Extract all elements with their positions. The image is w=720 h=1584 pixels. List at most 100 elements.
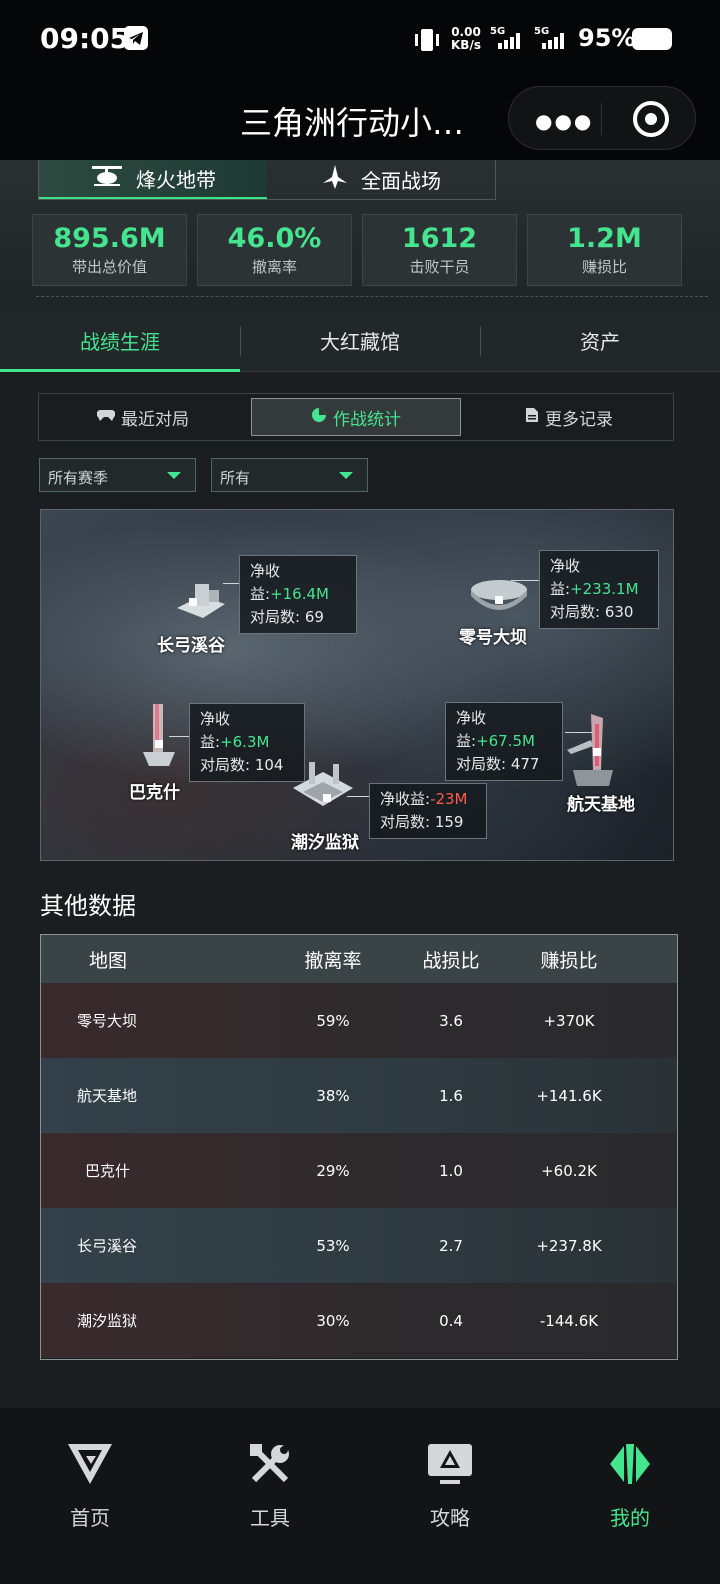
guide-icon xyxy=(428,1444,472,1484)
nav-guide[interactable]: 攻略 xyxy=(360,1408,540,1584)
map-stat-card[interactable]: 净收 益:+233.1M 对局数: 630 xyxy=(539,550,659,629)
stat-value: 46.0% xyxy=(227,223,322,254)
map-location-label: 零号大坝 xyxy=(459,628,527,648)
cell-extract-rate: 38% xyxy=(316,1086,350,1105)
games-line: 对局数: 104 xyxy=(200,754,294,777)
map-pin xyxy=(155,740,163,748)
table-row: 航天基地 38% 1.6 +141.6K xyxy=(41,1058,677,1133)
map-stat-card[interactable]: 净收益:-23M 对局数: 159 xyxy=(369,783,487,839)
games-label: 对局数: xyxy=(380,813,435,831)
stat-total-value: 895.6M 带出总价值 xyxy=(32,214,187,286)
stat-label: 带出总价值 xyxy=(71,258,147,276)
more-icon[interactable]: ●●● xyxy=(535,109,593,133)
cell-map: 长弓溪谷 xyxy=(77,1237,138,1255)
cell-map: 巴克什 xyxy=(85,1162,131,1180)
tab-red-collection[interactable]: 大红藏馆 xyxy=(240,310,480,371)
table-row: 长弓溪谷 53% 2.7 +237.8K xyxy=(41,1208,677,1283)
cell-kd: 0.4 xyxy=(439,1311,463,1330)
tools-icon xyxy=(250,1444,289,1483)
table-row: 潮汐监狱 30% 0.4 -144.6K xyxy=(41,1283,677,1358)
section-title-other-data: 其他数据 xyxy=(40,892,136,920)
nav-profile[interactable]: 我的 xyxy=(540,1408,720,1584)
cell-kd: 1.6 xyxy=(439,1086,463,1105)
mode-tab-warfire[interactable]: 烽火地带 xyxy=(39,160,267,199)
cell-map: 潮汐监狱 xyxy=(77,1312,138,1330)
income-line: 净收益:+6.3M xyxy=(200,708,294,754)
main-tabs: 战绩生涯 大红藏馆 资产 xyxy=(0,310,720,372)
tab-career[interactable]: 战绩生涯 xyxy=(0,310,240,372)
cell-profit-ratio: +370K xyxy=(543,1011,595,1030)
cell-map: 零号大坝 xyxy=(77,1012,138,1030)
games-line: 对局数: 159 xyxy=(380,811,476,834)
cell-kd: 3.6 xyxy=(439,1011,463,1030)
income-value: +233.1M xyxy=(570,580,639,598)
column-header-map: 地图 xyxy=(89,949,128,972)
close-miniapp-icon[interactable] xyxy=(633,101,669,137)
mode-label: 烽火地带 xyxy=(136,168,216,192)
battery-percent: 95% xyxy=(578,24,636,52)
map-pin-line xyxy=(565,732,593,733)
map-stat-card[interactable]: 净收益:+16.4M 对局数: 69 xyxy=(239,555,357,634)
games-label: 对局数: xyxy=(250,608,305,626)
stat-kills: 1612 击败干员 xyxy=(362,214,517,286)
longbow-valley-building-icon xyxy=(173,578,229,626)
season-filter-select[interactable]: 所有赛季 xyxy=(39,458,196,492)
bottom-nav: 首页 工具 攻略 我的 xyxy=(0,1408,720,1584)
income-value: -23M xyxy=(430,790,468,808)
map-location-label: 巴克什 xyxy=(129,783,180,803)
cell-profit-ratio: +141.6K xyxy=(536,1086,602,1105)
nav-label: 首页 xyxy=(70,1506,110,1530)
map-pin xyxy=(593,748,601,756)
chevron-down-icon xyxy=(339,472,353,479)
map-pin-line xyxy=(169,736,189,737)
document-icon xyxy=(525,407,539,428)
stat-label: 赚损比 xyxy=(581,258,627,276)
bakhsh-tower-icon xyxy=(139,702,179,772)
income-line: 净收益:-23M xyxy=(380,788,476,811)
network-speed-unit: KB/s xyxy=(451,38,481,52)
stat-label: 击败干员 xyxy=(409,258,470,276)
subtab-more-records[interactable]: 更多记录 xyxy=(465,394,673,440)
nav-label: 攻略 xyxy=(430,1506,470,1530)
subtab-label: 最近对局 xyxy=(121,409,189,430)
map-location-label: 长弓溪谷 xyxy=(157,636,225,656)
cell-extract-rate: 29% xyxy=(316,1161,350,1180)
nav-tools[interactable]: 工具 xyxy=(180,1408,360,1584)
table-row: 零号大坝 59% 3.6 +370K xyxy=(41,983,677,1058)
income-value: +16.4M xyxy=(270,585,329,603)
income-line: 净收 益:+233.1M xyxy=(550,555,648,601)
income-value: +67.5M xyxy=(476,732,535,750)
page-title: 三角洲行动小… xyxy=(240,104,465,142)
tab-assets[interactable]: 资产 xyxy=(480,310,720,371)
map-pin-line xyxy=(223,583,239,584)
table-header: 地图 撤离率 战损比 赚损比 xyxy=(41,935,677,983)
stat-label: 撤离率 xyxy=(251,258,297,276)
signal-bars-icon xyxy=(498,33,520,49)
column-header-extract-rate: 撤离率 xyxy=(304,949,362,972)
type-filter-select[interactable]: 所有 xyxy=(211,458,368,492)
cell-extract-rate: 59% xyxy=(316,1011,350,1030)
network-speed: 0.00 KB/s xyxy=(448,26,484,52)
cell-extract-rate: 53% xyxy=(316,1236,350,1255)
summary-stats: 895.6M 带出总价值 46.0% 撤离率 1612 击败干员 1.2M 赚损… xyxy=(32,214,682,286)
status-bar: 09:05 0.00 KB/s 5G 5G 95% xyxy=(0,0,720,80)
nav-home[interactable]: 首页 xyxy=(0,1408,180,1584)
income-value: +6.3M xyxy=(220,733,270,751)
subtab-recent-matches[interactable]: 最近对局 xyxy=(39,394,247,440)
games-label: 对局数: xyxy=(200,756,255,774)
vibrate-icon xyxy=(412,28,442,56)
cell-kd: 1.0 xyxy=(439,1161,463,1180)
mode-tab-fullwar[interactable]: 全面战场 xyxy=(267,160,495,199)
games-value: 477 xyxy=(510,755,540,773)
map-stat-card[interactable]: 净收益:+6.3M 对局数: 104 xyxy=(189,703,305,782)
map-location-label: 航天基地 xyxy=(567,795,635,815)
map-stat-card[interactable]: 净收益:+67.5M 对局数: 477 xyxy=(445,702,563,781)
games-label: 对局数: xyxy=(550,603,605,621)
map-pin xyxy=(495,596,503,604)
games-value: 104 xyxy=(254,756,284,774)
games-value: 630 xyxy=(604,603,634,621)
miniapp-capsule: ●●● xyxy=(508,86,696,150)
stat-value: 895.6M xyxy=(53,223,166,254)
subtab-combat-stats[interactable]: 作战统计 xyxy=(251,398,461,436)
cell-profit-ratio: +60.2K xyxy=(541,1161,597,1180)
